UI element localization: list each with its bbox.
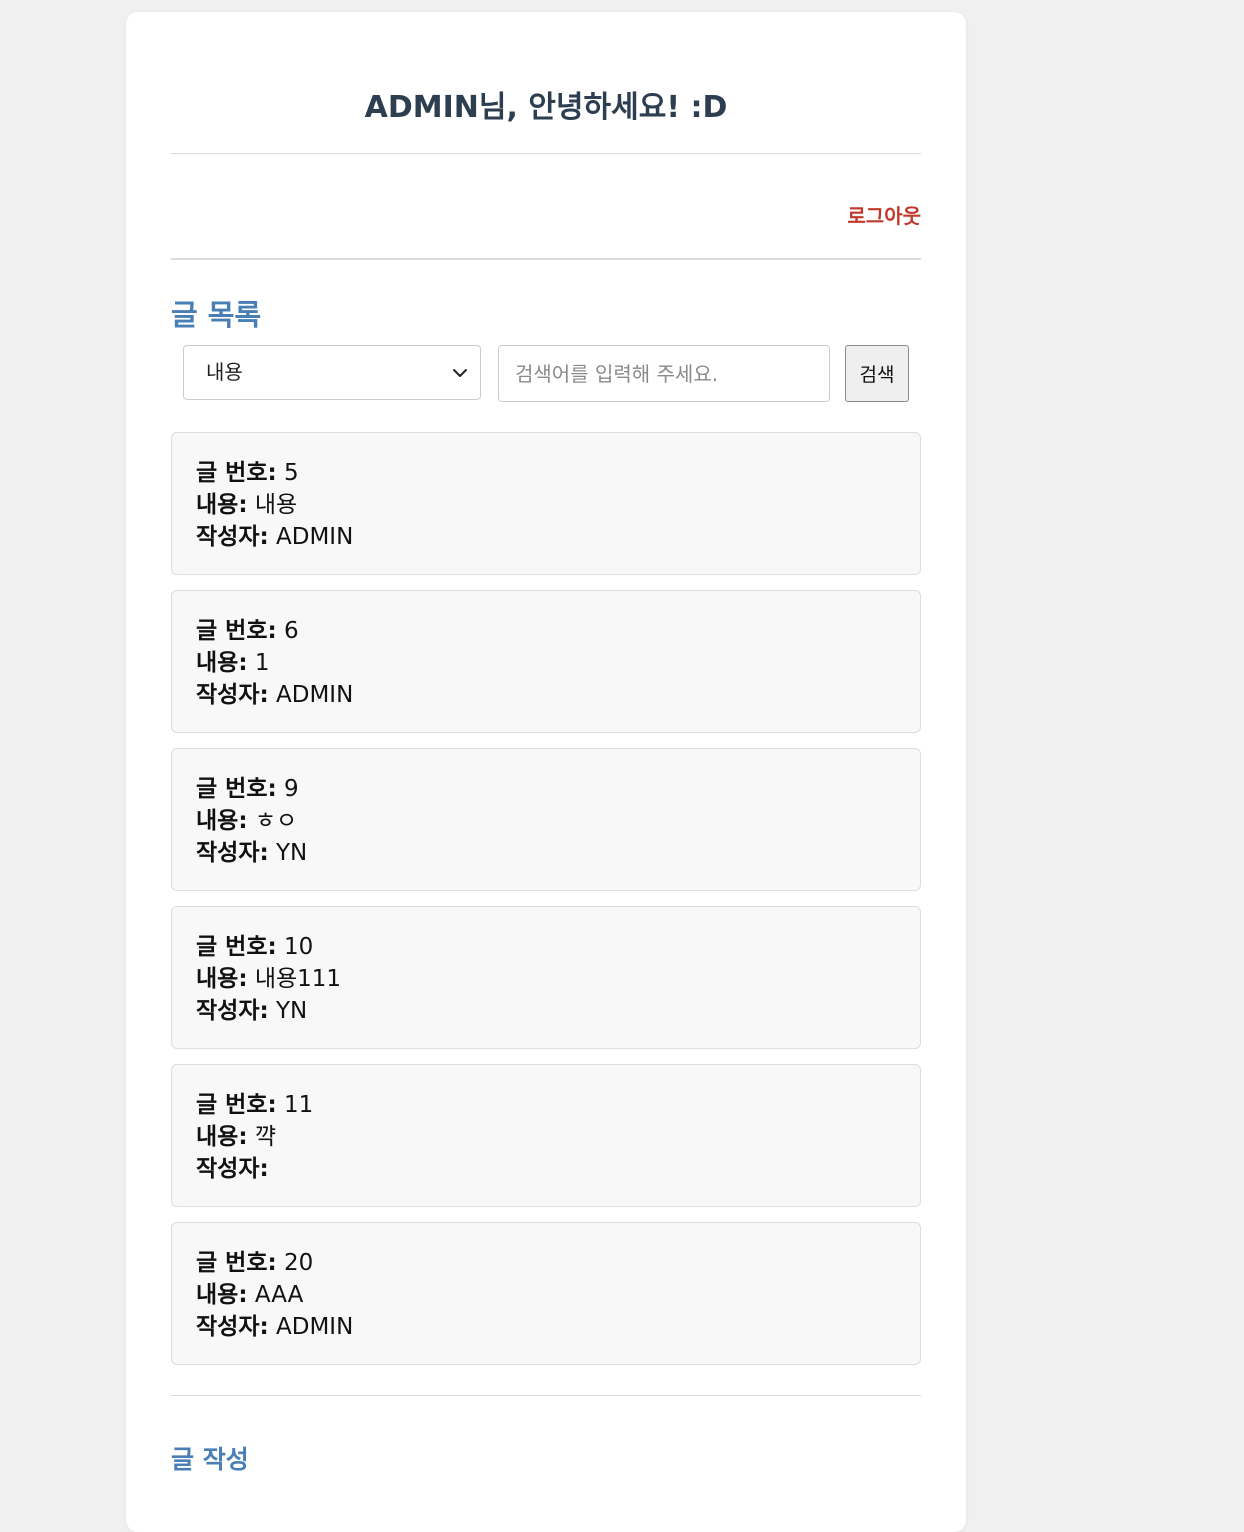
search-bar: 내용 검색 <box>183 345 909 402</box>
post-author-label: 작성자: <box>196 1156 269 1182</box>
post-content-label: 내용: <box>196 1282 248 1308</box>
post-content: AAA <box>254 1282 304 1308</box>
post-content-label: 내용: <box>196 808 248 834</box>
post-content: 1 <box>254 650 270 676</box>
post-list-title: 글 목록 <box>171 298 262 332</box>
search-input[interactable] <box>498 345 830 402</box>
post-number-label: 글 번호: <box>196 460 277 486</box>
post-item[interactable]: 글 번호: 9 내용: ㅎㅇ 작성자: YN <box>171 748 921 891</box>
post-author: YN <box>276 840 308 866</box>
post-author: YN <box>276 998 308 1024</box>
post-number: 11 <box>284 1092 314 1118</box>
post-number: 10 <box>284 934 314 960</box>
post-number-label: 글 번호: <box>196 776 277 802</box>
post-author-label: 작성자: <box>196 682 269 708</box>
divider-header <box>171 258 921 260</box>
post-author: ADMIN <box>276 1314 354 1340</box>
logout-link[interactable]: 로그아웃 <box>847 200 921 229</box>
chevron-down-icon <box>453 369 467 377</box>
post-content: 내용111 <box>254 966 342 992</box>
post-number-label: 글 번호: <box>196 1250 277 1276</box>
search-button[interactable]: 검색 <box>845 345 909 402</box>
post-content: ㅎㅇ <box>254 808 298 834</box>
post-author-label: 작성자: <box>196 524 269 550</box>
post-content: 내용 <box>254 492 298 518</box>
post-item[interactable]: 글 번호: 20 내용: AAA 작성자: ADMIN <box>171 1222 921 1365</box>
post-author: ADMIN <box>276 524 354 550</box>
search-type-select[interactable]: 내용 <box>183 345 481 400</box>
post-number-label: 글 번호: <box>196 934 277 960</box>
post-content-label: 내용: <box>196 492 248 518</box>
greeting-title: ADMIN님, 안녕하세요! :D <box>364 90 728 125</box>
post-number: 9 <box>284 776 299 802</box>
post-item[interactable]: 글 번호: 11 내용: 꺅 작성자: <box>171 1064 921 1207</box>
write-post-link[interactable]: 글 작성 <box>171 1440 249 1476</box>
post-content-label: 내용: <box>196 966 248 992</box>
post-content-label: 내용: <box>196 1124 248 1150</box>
post-item[interactable]: 글 번호: 5 내용: 내용 작성자: ADMIN <box>171 432 921 575</box>
divider-bottom <box>171 1395 921 1396</box>
post-author-label: 작성자: <box>196 998 269 1024</box>
post-number-label: 글 번호: <box>196 618 277 644</box>
main-card: ADMIN님, 안녕하세요! :D 로그아웃 글 목록 내용 검색 글 번호: … <box>126 12 966 1532</box>
post-number: 5 <box>284 460 299 486</box>
post-item[interactable]: 글 번호: 6 내용: 1 작성자: ADMIN <box>171 590 921 733</box>
search-type-selected: 내용 <box>206 360 243 384</box>
post-number: 20 <box>284 1250 314 1276</box>
post-number-label: 글 번호: <box>196 1092 277 1118</box>
post-content-label: 내용: <box>196 650 248 676</box>
post-author-label: 작성자: <box>196 840 269 866</box>
post-item[interactable]: 글 번호: 10 내용: 내용111 작성자: YN <box>171 906 921 1049</box>
post-author: ADMIN <box>276 682 354 708</box>
post-number: 6 <box>284 618 299 644</box>
post-content: 꺅 <box>254 1124 277 1150</box>
post-author-label: 작성자: <box>196 1314 269 1340</box>
divider-top <box>171 153 921 154</box>
